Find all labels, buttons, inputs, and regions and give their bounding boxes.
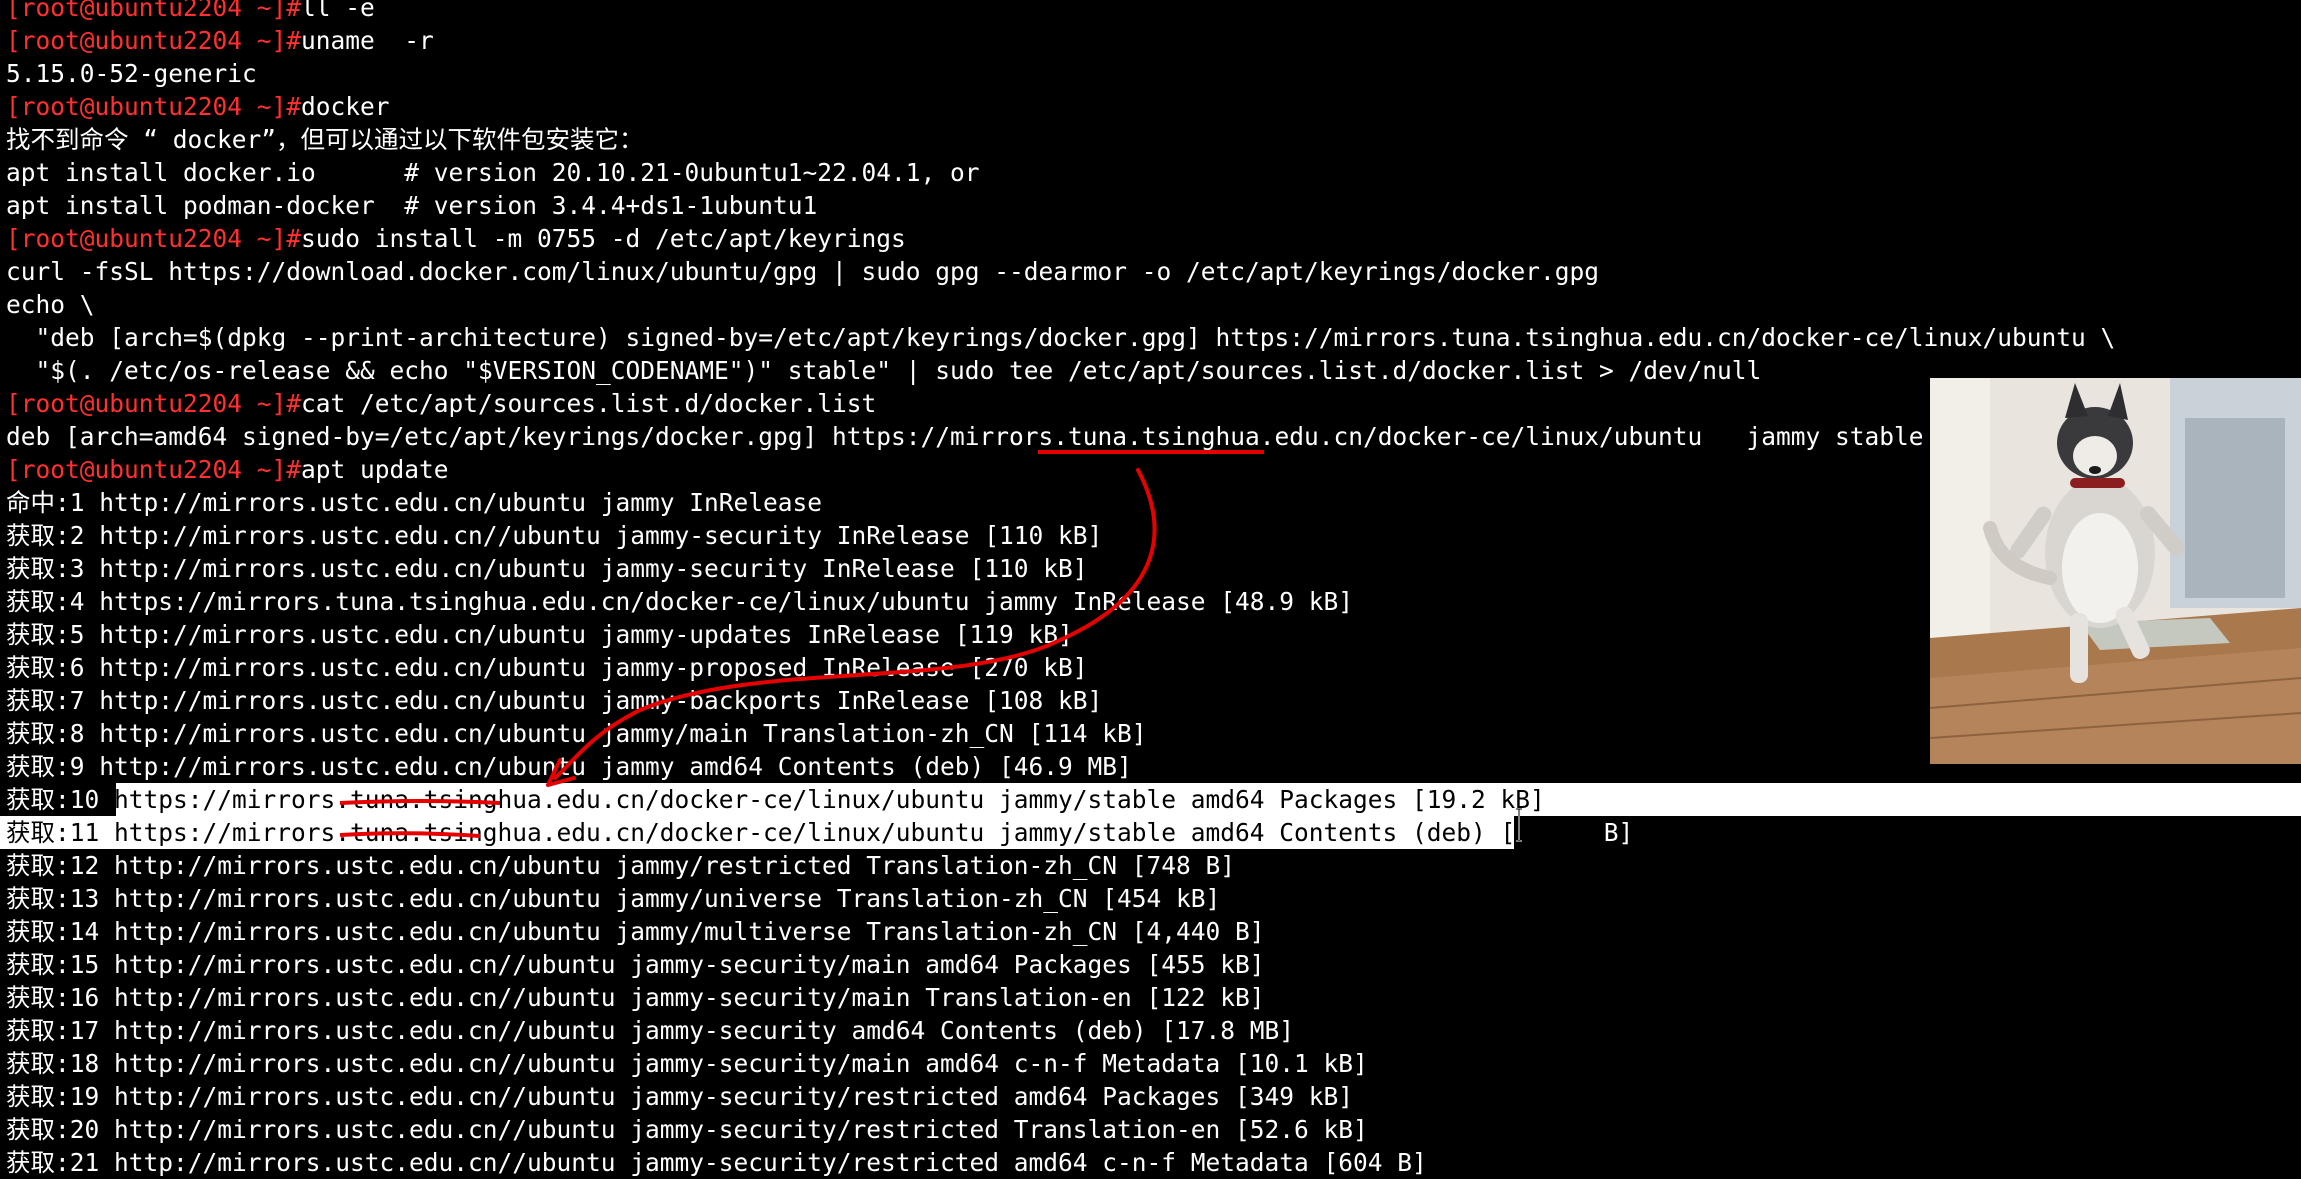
terminal-line-text: cat /etc/apt/sources.list.d/docker.list bbox=[301, 389, 877, 418]
shell-prompt: [root@ubuntu2204 ~]# bbox=[6, 92, 302, 121]
terminal-line-text: curl -fsSL https://download.docker.com/l… bbox=[6, 257, 1600, 286]
terminal-line-text: 获取:15 http://mirrors.ustc.edu.cn//ubuntu… bbox=[6, 950, 1265, 979]
terminal-line-text: 命中:1 http://mirrors.ustc.edu.cn/ubuntu j… bbox=[6, 488, 823, 517]
terminal-line[interactable]: 获取:8 http://mirrors.ustc.edu.cn/ubuntu j… bbox=[6, 717, 1147, 750]
terminal-line[interactable]: 获取:4 https://mirrors.tuna.tsinghua.edu.c… bbox=[6, 585, 1353, 618]
terminal-line-text: 获取:8 http://mirrors.ustc.edu.cn/ubuntu j… bbox=[6, 719, 1147, 748]
terminal-line[interactable]: 获取:17 http://mirrors.ustc.edu.cn//ubuntu… bbox=[6, 1014, 1294, 1047]
shell-prompt: [root@ubuntu2204 ~]# bbox=[6, 26, 302, 55]
video-overlay bbox=[1930, 378, 2301, 764]
terminal-line-text: 获取:16 http://mirrors.ustc.edu.cn//ubuntu… bbox=[6, 983, 1265, 1012]
terminal-line[interactable]: 获取:15 http://mirrors.ustc.edu.cn//ubuntu… bbox=[6, 948, 1265, 981]
terminal-line-text: 获取:17 http://mirrors.ustc.edu.cn//ubuntu… bbox=[6, 1016, 1295, 1045]
terminal-line-text: 获取:19 http://mirrors.ustc.edu.cn//ubuntu… bbox=[6, 1082, 1354, 1111]
terminal-line[interactable]: 获取:3 http://mirrors.ustc.edu.cn/ubuntu j… bbox=[6, 552, 1088, 585]
terminal-line-text: 获取:2 http://mirrors.ustc.edu.cn//ubuntu … bbox=[6, 521, 1103, 550]
terminal-line-text: 找不到命令 “ docker”，但可以通过以下软件包安装它： bbox=[6, 125, 644, 154]
terminal-line[interactable]: 获取:9 http://mirrors.ustc.edu.cn/ubuntu j… bbox=[6, 750, 1132, 783]
terminal-line[interactable]: [root@ubuntu2204 ~]#uname -r bbox=[6, 24, 434, 57]
terminal-line[interactable]: deb [arch=amd64 signed-by=/etc/apt/keyri… bbox=[6, 420, 1924, 453]
terminal-line-text: 获取:9 http://mirrors.ustc.edu.cn/ubuntu j… bbox=[6, 752, 1132, 781]
terminal-line-text: ll -e bbox=[301, 0, 375, 22]
terminal-line[interactable]: curl -fsSL https://download.docker.com/l… bbox=[6, 255, 1599, 288]
terminal-line-text: 获取:3 http://mirrors.ustc.edu.cn/ubuntu j… bbox=[6, 554, 1088, 583]
terminal-line[interactable]: echo \ bbox=[6, 288, 95, 321]
terminal-line-text: "deb [arch=$(dpkg --print-architecture) … bbox=[6, 323, 2116, 352]
terminal-line-suffix: B] bbox=[1589, 818, 1634, 847]
terminal-line-text: 获取:12 http://mirrors.ustc.edu.cn/ubuntu … bbox=[6, 851, 1236, 880]
terminal-line[interactable]: 获取:5 http://mirrors.ustc.edu.cn/ubuntu j… bbox=[6, 618, 1073, 651]
terminal-line[interactable]: 获取:14 http://mirrors.ustc.edu.cn/ubuntu … bbox=[6, 915, 1265, 948]
terminal-line[interactable]: "$(. /etc/os-release && echo "$VERSION_C… bbox=[6, 354, 1762, 387]
terminal-line[interactable]: 获取:20 http://mirrors.ustc.edu.cn//ubuntu… bbox=[6, 1113, 1368, 1146]
terminal-line[interactable]: apt install docker.io # version 20.10.21… bbox=[6, 156, 980, 189]
terminal-line[interactable]: 获取:19 http://mirrors.ustc.edu.cn//ubuntu… bbox=[6, 1080, 1353, 1113]
shell-prompt: [root@ubuntu2204 ~]# bbox=[6, 0, 302, 22]
terminal-line-text: 获取:6 http://mirrors.ustc.edu.cn/ubuntu j… bbox=[6, 653, 1088, 682]
terminal-line-text: uname -r bbox=[301, 26, 434, 55]
terminal-line[interactable]: 获取:6 http://mirrors.ustc.edu.cn/ubuntu j… bbox=[6, 651, 1088, 684]
terminal-line-text: apt install podman-docker # version 3.4.… bbox=[6, 191, 818, 220]
terminal-line-text: docker bbox=[301, 92, 390, 121]
terminal-line[interactable]: apt install podman-docker # version 3.4.… bbox=[6, 189, 817, 222]
terminal-line-text: 获取:7 http://mirrors.ustc.edu.cn/ubuntu j… bbox=[6, 686, 1103, 715]
selected-text[interactable]: 获取:11 https://mirrors.tuna.tsinghua.edu.… bbox=[6, 818, 1589, 847]
terminal-line-text: apt install docker.io # version 20.10.21… bbox=[6, 158, 980, 187]
terminal-line[interactable]: 获取:2 http://mirrors.ustc.edu.cn//ubuntu … bbox=[6, 519, 1102, 552]
terminal-line-text: 获取:4 https://mirrors.tuna.tsinghua.edu.c… bbox=[6, 587, 1354, 616]
terminal-line-prefix: 获取:10 bbox=[6, 785, 115, 814]
terminal-line[interactable]: 获取:10 https://mirrors.tuna.tsinghua.edu.… bbox=[6, 783, 1545, 816]
terminal-line-text: 获取:21 http://mirrors.ustc.edu.cn//ubuntu… bbox=[6, 1148, 1427, 1177]
terminal-line-text: echo \ bbox=[6, 290, 95, 319]
husky-dog-image bbox=[1930, 378, 2301, 764]
terminal-line-text: "$(. /etc/os-release && echo "$VERSION_C… bbox=[6, 356, 1762, 385]
terminal-line[interactable]: 获取:12 http://mirrors.ustc.edu.cn/ubuntu … bbox=[6, 849, 1235, 882]
shell-prompt: [root@ubuntu2204 ~]# bbox=[6, 224, 302, 253]
selected-text[interactable]: https://mirrors.tuna.tsinghua.edu.cn/doc… bbox=[114, 785, 1545, 814]
terminal-line[interactable]: 找不到命令 “ docker”，但可以通过以下软件包安装它： bbox=[6, 123, 644, 156]
ibeam-cursor-icon bbox=[1516, 808, 1522, 842]
terminal-line[interactable]: 获取:16 http://mirrors.ustc.edu.cn//ubuntu… bbox=[6, 981, 1265, 1014]
terminal-line[interactable]: [root@ubuntu2204 ~]#cat /etc/apt/sources… bbox=[6, 387, 876, 420]
terminal-line-text: 获取:14 http://mirrors.ustc.edu.cn/ubuntu … bbox=[6, 917, 1265, 946]
terminal-line-text: deb [arch=amd64 signed-by=/etc/apt/keyri… bbox=[6, 422, 1924, 451]
terminal-line-text: apt update bbox=[301, 455, 449, 484]
terminal-line[interactable]: [root@ubuntu2204 ~]#sudo install -m 0755… bbox=[6, 222, 906, 255]
terminal-line[interactable]: 获取:18 http://mirrors.ustc.edu.cn//ubuntu… bbox=[6, 1047, 1368, 1080]
terminal-line-text: 5.15.0-52-generic bbox=[6, 59, 257, 88]
terminal-line[interactable]: 命中:1 http://mirrors.ustc.edu.cn/ubuntu j… bbox=[6, 486, 822, 519]
terminal-line-text: 获取:13 http://mirrors.ustc.edu.cn/ubuntu … bbox=[6, 884, 1221, 913]
shell-prompt: [root@ubuntu2204 ~]# bbox=[6, 389, 302, 418]
terminal-line[interactable]: 获取:13 http://mirrors.ustc.edu.cn/ubuntu … bbox=[6, 882, 1220, 915]
terminal-line[interactable]: 获取:7 http://mirrors.ustc.edu.cn/ubuntu j… bbox=[6, 684, 1102, 717]
terminal-line-text: 获取:5 http://mirrors.ustc.edu.cn/ubuntu j… bbox=[6, 620, 1073, 649]
terminal-line[interactable]: "deb [arch=$(dpkg --print-architecture) … bbox=[6, 321, 2116, 354]
terminal-line-text: 获取:18 http://mirrors.ustc.edu.cn//ubuntu… bbox=[6, 1049, 1368, 1078]
terminal-line[interactable]: [root@ubuntu2204 ~]#ll -e bbox=[6, 0, 375, 24]
terminal-line[interactable]: 5.15.0-52-generic bbox=[6, 57, 257, 90]
terminal-line-text: 获取:20 http://mirrors.ustc.edu.cn//ubuntu… bbox=[6, 1115, 1368, 1144]
shell-prompt: [root@ubuntu2204 ~]# bbox=[6, 455, 302, 484]
terminal-line[interactable]: 获取:11 https://mirrors.tuna.tsinghua.edu.… bbox=[6, 816, 1633, 849]
terminal-line[interactable]: [root@ubuntu2204 ~]#apt update bbox=[6, 453, 449, 486]
terminal-line-text: sudo install -m 0755 -d /etc/apt/keyring… bbox=[301, 224, 906, 253]
terminal-line[interactable]: [root@ubuntu2204 ~]#docker bbox=[6, 90, 390, 123]
